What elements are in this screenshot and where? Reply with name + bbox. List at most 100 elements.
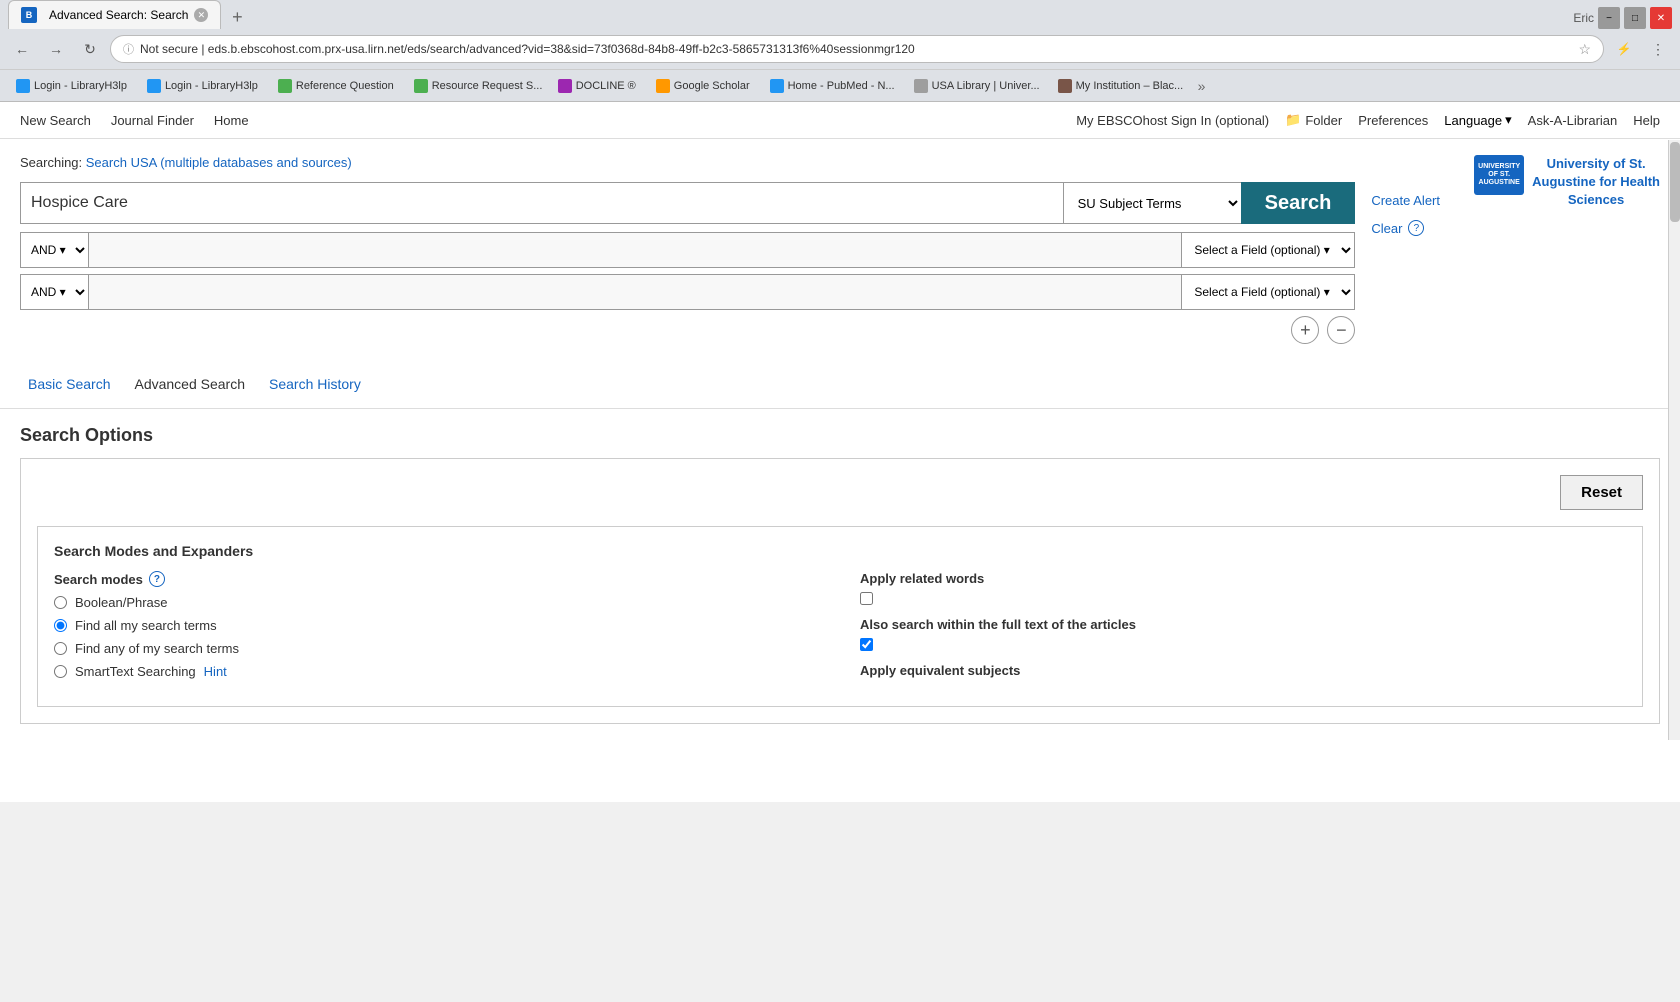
new-search-link[interactable]: New Search [20,113,91,128]
bookmark-label-docline: DOCLINE ® [576,80,636,92]
sign-in-text[interactable]: My EBSCOhost Sign In (optional) [1076,113,1269,128]
bookmark-login2[interactable]: Login - LibraryH3lp [139,76,266,96]
scrollbar-thumb[interactable] [1670,142,1680,222]
bookmark-label-login2: Login - LibraryH3lp [165,80,258,92]
full-text-label: Also search within the full text of the … [860,617,1626,632]
search-options-title: Search Options [20,425,1660,446]
search-input-3[interactable] [88,274,1181,310]
bookmark-google-scholar[interactable]: Google Scholar [648,76,758,96]
minimize-btn[interactable]: − [1598,7,1620,29]
uni-branding: UNIVERSITYOF ST.AUGUSTINE University of … [1460,155,1660,210]
star-icon[interactable]: ☆ [1578,41,1591,58]
expander-related-words: Apply related words [860,571,1626,605]
mode-smarttext: SmartText Searching Hint [54,664,820,679]
mode-find-any: Find any of my search terms [54,641,820,656]
window-user: Eric [1573,11,1594,25]
bool-select-3[interactable]: AND ▾ OR NOT [20,274,88,310]
uni-logo-img: UNIVERSITYOF ST.AUGUSTINE [1474,155,1524,195]
clear-link[interactable]: Clear [1371,221,1402,236]
reset-btn[interactable]: Reset [1560,475,1643,510]
reset-row: Reset [37,475,1643,510]
tab-close-btn[interactable]: ✕ [194,8,208,22]
forward-btn[interactable]: → [42,35,70,63]
search-button[interactable]: Search [1241,182,1356,224]
related-words-label: Apply related words [860,571,1626,586]
main-search-row: SU Subject Terms Select a Field (optiona… [20,182,1355,224]
maximize-btn[interactable]: □ [1624,7,1646,29]
ask-librarian-link[interactable]: Ask-A-Librarian [1528,113,1618,128]
search-help-icon[interactable]: ? [1408,220,1424,236]
mode-find-all-radio[interactable] [54,619,67,632]
bookmark-icon-pubmed [770,79,784,93]
main-field-select[interactable]: SU Subject Terms Select a Field (optiona… [1063,182,1241,224]
help-link[interactable]: Help [1633,113,1660,128]
new-tab-btn[interactable]: + [225,5,249,29]
create-alert-link[interactable]: Create Alert [1371,193,1440,208]
mode-find-all-label: Find all my search terms [75,618,217,633]
mode-boolean-label: Boolean/Phrase [75,595,168,610]
folder-btn[interactable]: 📁 Folder [1285,112,1342,128]
bookmark-resource[interactable]: Resource Request S... [406,76,546,96]
bookmark-refq[interactable]: Reference Question [270,76,402,96]
main-search-input[interactable] [20,182,1063,224]
preferences-link[interactable]: Preferences [1358,113,1428,128]
extensions-btn[interactable]: ⚡ [1610,35,1638,63]
language-btn[interactable]: Language ▾ [1444,112,1511,128]
language-chevron: ▾ [1505,112,1512,128]
tab-bar: B Advanced Search: Search ✕ + Eric − □ ✕ [0,0,1680,29]
add-remove-row: + − [20,316,1355,344]
bookmark-usa[interactable]: USA Library | Univer... [906,76,1046,96]
tab-favicon: B [21,7,37,23]
bookmark-myinst[interactable]: My Institution – Blac... [1050,76,1190,96]
mode-find-any-radio[interactable] [54,642,67,655]
bool-select-2[interactable]: AND ▾ OR NOT [20,232,88,268]
mode-find-all: Find all my search terms [54,618,820,633]
search-header: Searching: Search USA (multiple database… [20,155,1660,344]
browser-chrome: B Advanced Search: Search ✕ + Eric − □ ✕… [0,0,1680,102]
top-nav-left: New Search Journal Finder Home [20,113,249,128]
bookmark-docline[interactable]: DOCLINE ® [550,76,644,96]
search-options-section: Search Options Reset Search Modes and Ex… [0,409,1680,740]
mode-boolean-radio[interactable] [54,596,67,609]
active-tab[interactable]: B Advanced Search: Search ✕ [8,0,221,29]
modes-layout: Search modes ? Boolean/Phrase Find all m… [54,571,1626,690]
scrollbar[interactable] [1668,140,1680,740]
bookmark-pubmed[interactable]: Home - PubMed - N... [762,76,902,96]
mode-find-any-label: Find any of my search terms [75,641,239,656]
search-modes-title: Search Modes and Expanders [54,543,1626,559]
nav-bar: ← → ↻ ⓘ Not secure | eds.b.ebscohost.com… [0,29,1680,69]
journal-finder-link[interactable]: Journal Finder [111,113,194,128]
tab-search-history[interactable]: Search History [261,372,369,396]
folder-label: Folder [1305,113,1342,128]
search-input-2[interactable] [88,232,1181,268]
close-btn[interactable]: ✕ [1650,7,1672,29]
page-content: New Search Journal Finder Home My EBSCOh… [0,102,1680,802]
expander-full-text: Also search within the full text of the … [860,617,1626,651]
reload-btn[interactable]: ↻ [76,35,104,63]
back-btn[interactable]: ← [8,35,36,63]
bookmark-icon-resource [414,79,428,93]
related-words-checkbox[interactable] [860,592,873,605]
menu-btn[interactable]: ⋮ [1644,35,1672,63]
tab-basic-search[interactable]: Basic Search [20,372,118,396]
home-link[interactable]: Home [214,113,249,128]
hint-link[interactable]: Hint [204,664,227,679]
field-select-2[interactable]: Select a Field (optional) ▾ TX All Text … [1181,232,1355,268]
mode-smarttext-radio[interactable] [54,665,67,678]
add-row-btn[interactable]: + [1291,316,1319,344]
mode-boolean: Boolean/Phrase [54,595,820,610]
field-select-3[interactable]: Select a Field (optional) ▾ TX All Text … [1181,274,1355,310]
search-modes-label: Search modes ? [54,571,820,587]
remove-row-btn[interactable]: − [1327,316,1355,344]
more-bookmarks-icon[interactable]: » [1198,78,1206,94]
bookmark-login1[interactable]: Login - LibraryH3lp [8,76,135,96]
address-bar[interactable]: ⓘ Not secure | eds.b.ebscohost.com.prx-u… [110,35,1604,63]
top-nav-right: My EBSCOhost Sign In (optional) 📁 Folder… [1076,112,1660,128]
full-text-checkbox[interactable] [860,638,873,651]
bookmark-icon-usa [914,79,928,93]
tab-title: Advanced Search: Search [49,8,188,22]
modes-help-icon[interactable]: ? [149,571,165,587]
searching-label: Searching: Search USA (multiple database… [20,155,1355,170]
bookmarks-bar: Login - LibraryH3lp Login - LibraryH3lp … [0,69,1680,101]
url-text: Not secure | eds.b.ebscohost.com.prx-usa… [140,42,1572,56]
